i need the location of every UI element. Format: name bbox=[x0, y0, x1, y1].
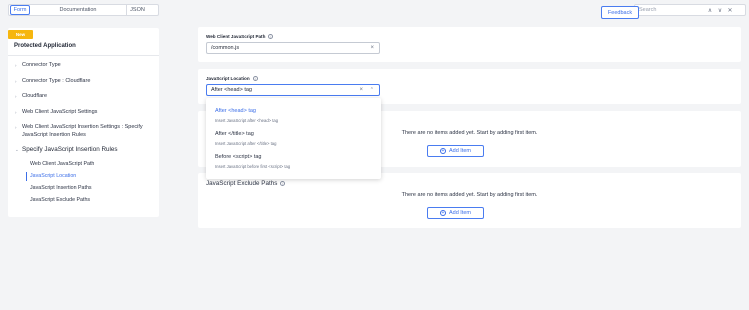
sidebar-title: Protected Application bbox=[14, 43, 76, 49]
sidebar-subitem-exclude-paths[interactable]: JavaScript Exclude Paths bbox=[30, 197, 90, 203]
search-input[interactable] bbox=[635, 7, 705, 13]
sidebar-item-label: Web Client JavaScript Settings bbox=[22, 109, 98, 115]
add-item-label: Add Item bbox=[448, 148, 471, 154]
chevron-right-icon: › bbox=[15, 110, 17, 115]
chevron-right-icon: › bbox=[15, 125, 17, 130]
dropdown-option-after-head[interactable]: After <head> tag Insert JavaScript after… bbox=[215, 108, 278, 123]
next-result-icon[interactable]: ∨ bbox=[715, 5, 725, 15]
chevron-right-icon: › bbox=[15, 94, 17, 99]
sidebar-subitem-js-path[interactable]: Web Client JavaScript Path bbox=[30, 161, 94, 167]
js-location-dropdown: After <head> tag Insert JavaScript after… bbox=[206, 98, 381, 179]
active-indicator bbox=[26, 172, 27, 181]
info-icon[interactable]: i bbox=[280, 181, 286, 186]
clear-icon[interactable]: × bbox=[370, 45, 374, 51]
js-path-card: Web Client JavaScript Path i /common.js … bbox=[198, 27, 741, 62]
sidebar-item-connector-type-cloudflare[interactable]: › Connector Type : Cloudflare bbox=[15, 78, 90, 86]
option-label: After <head> tag bbox=[215, 108, 256, 114]
exclude-paths-card: JavaScript Exclude Paths i There are no … bbox=[198, 173, 741, 228]
insertion-paths-add-button[interactable]: + Add Item bbox=[427, 145, 484, 157]
js-location-value: After <head> tag bbox=[211, 87, 252, 93]
tab-json[interactable]: JSON bbox=[126, 5, 148, 15]
info-icon[interactable]: i bbox=[268, 34, 274, 39]
sidebar-item-label: Specify JavaScript Insertion Rules bbox=[22, 146, 118, 153]
sidebar-item-label: Web Client JavaScript Insertion Settings… bbox=[22, 124, 143, 130]
dropdown-option-after-title[interactable]: After </title> tag Insert JavaScript aft… bbox=[215, 131, 276, 146]
chevron-down-icon: ⌄ bbox=[15, 147, 19, 152]
sidebar-item-insertion-rules[interactable]: ⌄ Specify JavaScript Insertion Rules bbox=[15, 146, 118, 154]
js-path-label: Web Client JavaScript Path bbox=[206, 34, 266, 39]
sidebar-item-cloudflare[interactable]: › Cloudflare bbox=[15, 93, 47, 101]
clear-icon[interactable]: × bbox=[359, 87, 363, 93]
sidebar-item-label: Connector Type : Cloudflare bbox=[22, 78, 91, 84]
plus-circle-icon: + bbox=[439, 209, 446, 216]
sidebar-item-label: Connector Type bbox=[22, 62, 61, 68]
feedback-button[interactable]: Feedback bbox=[601, 6, 639, 19]
sidebar-divider bbox=[8, 55, 159, 56]
plus-circle-icon: + bbox=[439, 147, 446, 154]
js-path-input[interactable]: /common.js × bbox=[206, 42, 380, 54]
close-search-icon[interactable]: ✕ bbox=[725, 5, 735, 15]
option-description: Insert JavaScript before first <script> … bbox=[215, 164, 291, 169]
previous-result-icon[interactable]: ∧ bbox=[705, 5, 715, 15]
chevron-right-icon: › bbox=[15, 79, 17, 84]
sidebar-subitem-js-location[interactable]: JavaScript Location bbox=[30, 173, 76, 179]
dropdown-option-before-script[interactable]: Before <script> tag Insert JavaScript be… bbox=[215, 154, 290, 169]
chevron-right-icon: › bbox=[15, 63, 17, 68]
js-location-select[interactable]: After <head> tag × ⌃ bbox=[206, 84, 380, 96]
sidebar-item-web-client-js-settings[interactable]: › Web Client JavaScript Settings bbox=[15, 109, 97, 117]
exclude-paths-empty-message: There are no items added yet. Start by a… bbox=[401, 192, 538, 198]
option-label: Before <script> tag bbox=[215, 154, 262, 160]
add-item-label: Add Item bbox=[448, 210, 471, 216]
option-description: Insert JavaScript after </title> tag bbox=[215, 141, 277, 146]
exclude-paths-add-button[interactable]: + Add Item bbox=[427, 207, 484, 219]
tab-documentation[interactable]: Documentation bbox=[30, 5, 126, 15]
sidebar-item-connector-type[interactable]: › Connector Type bbox=[15, 62, 61, 70]
exclude-paths-title: JavaScript Exclude Paths bbox=[206, 180, 278, 187]
form-navigation-sidebar: New Protected Application › Connector Ty… bbox=[8, 28, 159, 217]
search-bar: ∧ ∨ ✕ bbox=[634, 4, 746, 16]
sidebar-item-label-continued: JavaScript Insertion Rules bbox=[22, 131, 86, 138]
js-path-value: /common.js bbox=[211, 45, 240, 51]
option-label: After </title> tag bbox=[215, 131, 254, 137]
sidebar-subitem-insertion-paths[interactable]: JavaScript Insertion Paths bbox=[30, 185, 92, 191]
view-tabs: Form Documentation JSON bbox=[8, 4, 159, 16]
option-description: Insert JavaScript after <head> tag bbox=[215, 118, 279, 123]
sidebar-item-insertion-settings[interactable]: › Web Client JavaScript Insertion Settin… bbox=[15, 124, 143, 139]
sidebar-item-label: Cloudflare bbox=[22, 93, 48, 99]
js-location-label: JavaScript Location bbox=[206, 76, 250, 81]
tab-form[interactable]: Form bbox=[10, 5, 30, 15]
new-badge: New bbox=[8, 30, 33, 39]
info-icon[interactable]: i bbox=[252, 76, 258, 81]
chevron-up-icon[interactable]: ⌃ bbox=[370, 87, 374, 93]
